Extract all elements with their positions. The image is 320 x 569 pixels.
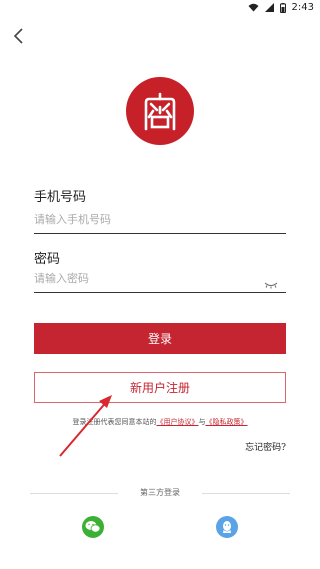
seal-logo (126, 77, 194, 145)
agreement-and: 与 (198, 418, 206, 426)
seal-glyph (144, 92, 176, 131)
qq-icon (223, 520, 231, 533)
wechat-icon (85, 521, 101, 533)
toggle-password-button[interactable] (264, 274, 278, 293)
wechat-login-button[interactable] (82, 516, 104, 538)
status-time: 2:43 (291, 2, 314, 13)
phone-label: 手机号码 (34, 190, 87, 205)
privacy-policy-link[interactable]: 《隐私政策》 (206, 418, 248, 426)
qq-login-button[interactable] (216, 516, 238, 538)
eye-closed-icon (264, 282, 278, 289)
chevron-left-icon (13, 28, 23, 44)
wifi-icon (248, 3, 259, 12)
agreement-text: 登录注册代表您同意本站的《用户协议》与《隐私政策》 (0, 417, 320, 427)
user-agreement-link[interactable]: 《用户协议》 (157, 418, 199, 426)
password-input[interactable] (34, 266, 244, 290)
phone-field[interactable] (34, 207, 286, 234)
password-label: 密码 (34, 252, 61, 267)
login-button[interactable]: 登录 (34, 323, 286, 354)
back-button[interactable] (10, 26, 30, 46)
register-button[interactable]: 新用户注册 (34, 372, 286, 403)
signal-icon (264, 3, 274, 12)
divider-right (202, 493, 290, 494)
battery-icon (279, 2, 286, 13)
password-field[interactable] (34, 266, 286, 293)
phone-input[interactable] (34, 207, 244, 231)
status-bar: 2:43 (0, 0, 320, 18)
agreement-prefix: 登录注册代表您同意本站的 (72, 418, 157, 426)
forgot-password-link[interactable]: 忘记密码? (245, 440, 286, 453)
status-icons: 2:43 (248, 2, 314, 13)
